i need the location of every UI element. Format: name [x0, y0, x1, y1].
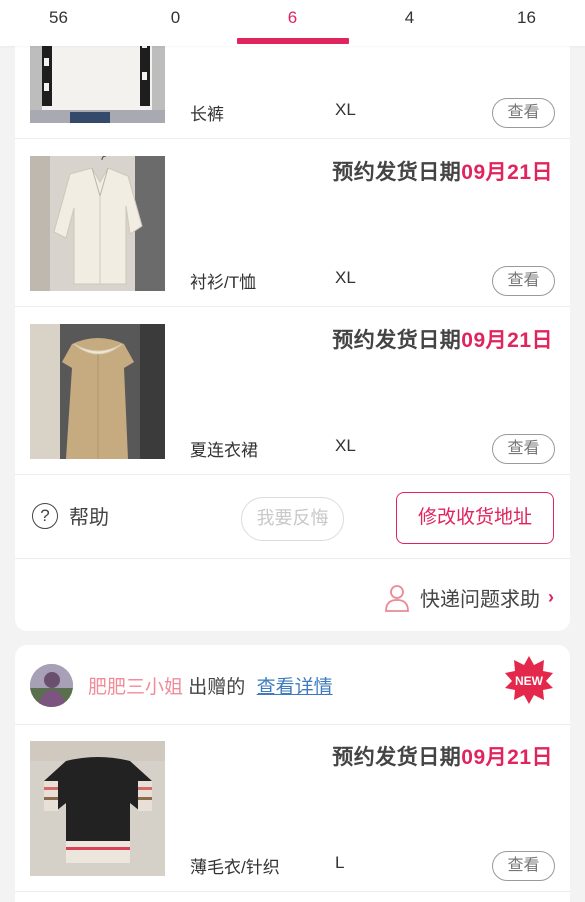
chevron-right-icon: ›	[548, 587, 554, 607]
ship-date: 09月21日	[461, 746, 553, 769]
item-photo-knit[interactable]	[30, 741, 165, 876]
item-category: 长裤	[190, 105, 224, 124]
view-button[interactable]: 查看	[492, 851, 555, 881]
help-button[interactable]: ? 帮助	[32, 501, 109, 530]
tab-count: 16	[517, 8, 536, 27]
express-help-link[interactable]: 快递问题求助 ›	[384, 583, 554, 612]
tab-count: 6	[287, 8, 298, 27]
giver-info: 肥肥三小姐 出赠的 查看详情	[88, 672, 333, 699]
order-item[interactable]: 预约发货日期09月21日 薄毛衣/针织 L 查看	[15, 725, 570, 892]
item-size: XL	[335, 268, 356, 287]
ship-date-prefix: 预约发货日期	[332, 746, 462, 769]
tab-count: 4	[404, 8, 415, 27]
giver-row: 肥肥三小姐 出赠的 查看详情 NEW	[15, 645, 570, 725]
tab-2[interactable]: 6	[234, 0, 351, 46]
ship-date-title: 预约发货日期09月21日	[332, 156, 553, 186]
item-photo-shirt[interactable]	[30, 156, 165, 291]
ship-date-title: 预约发货日期09月21日	[332, 741, 553, 771]
help-label: 帮助	[69, 507, 109, 529]
item-size: L	[335, 853, 345, 872]
item-category: 衬衫/T恤	[190, 273, 257, 292]
change-address-button[interactable]: 修改收货地址	[396, 492, 554, 544]
order-status-tabs: 56 0 6 4 16	[0, 0, 585, 46]
order-actions: ? 帮助 我要反悔 修改收货地址	[15, 477, 570, 559]
item-size: XL	[335, 100, 356, 119]
item-photo-dress[interactable]	[30, 324, 165, 459]
item-category: 夏连衣裙	[190, 441, 258, 460]
ship-date: 09月21日	[461, 329, 553, 352]
tab-4[interactable]: 16	[468, 0, 585, 46]
tab-1[interactable]: 0	[117, 0, 234, 46]
item-size: XL	[335, 436, 356, 455]
order-item[interactable]: 预约发货日期09月21日 夏连衣裙 XL 查看	[15, 308, 570, 475]
help-circle-icon: ?	[32, 502, 58, 529]
view-button[interactable]: 查看	[492, 266, 555, 296]
person-icon	[385, 584, 409, 612]
view-details-link[interactable]: 查看详情	[257, 677, 333, 698]
regret-button[interactable]: 我要反悔	[241, 497, 344, 541]
active-tab-indicator	[236, 38, 349, 44]
new-starburst-icon: NEW	[505, 656, 553, 704]
ship-date-prefix: 预约发货日期	[332, 329, 462, 352]
ship-date: 09月21日	[461, 161, 553, 184]
tab-0[interactable]: 56	[0, 0, 117, 46]
tab-count: 56	[49, 8, 68, 27]
express-help-label: 快递问题求助	[420, 589, 540, 611]
new-badge-label: NEW	[515, 674, 544, 688]
order-card: 肥肥三小姐 出赠的 查看详情 NEW 预约发货日期09月21日 薄毛衣/针织 L…	[15, 645, 570, 902]
view-button[interactable]: 查看	[492, 434, 555, 464]
ship-date-prefix: 预约发货日期	[332, 161, 462, 184]
tab-3[interactable]: 4	[351, 0, 468, 46]
view-button[interactable]: 查看	[492, 98, 555, 128]
avatar[interactable]	[30, 664, 73, 707]
order-card: 长裤 XL 查看 预约发货日期09月21日 衬衫/T恤 XL 查看 预约发货日期…	[15, 24, 570, 631]
ship-date-title: 预约发货日期09月21日	[332, 324, 553, 354]
tab-count: 0	[170, 8, 181, 27]
gave-text: 出赠的	[188, 677, 246, 698]
giver-name[interactable]: 肥肥三小姐	[88, 677, 183, 698]
order-item[interactable]: 预约发货日期09月21日 衬衫/T恤 XL 查看	[15, 140, 570, 307]
item-category: 薄毛衣/针织	[190, 858, 280, 877]
